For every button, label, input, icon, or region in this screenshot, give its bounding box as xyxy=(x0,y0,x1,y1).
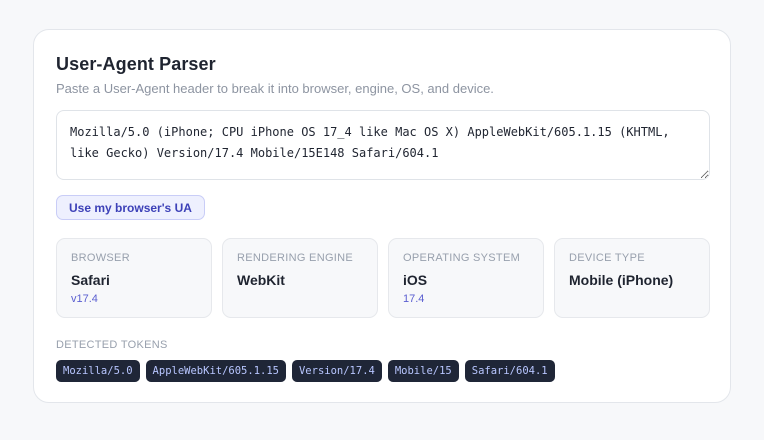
os-label: OPERATING SYSTEM xyxy=(403,252,521,264)
result-card-browser: BROWSER Safari v17.4 xyxy=(56,238,212,318)
ua-parser-card: User-Agent Parser Paste a User-Agent hea… xyxy=(33,29,731,403)
use-browser-ua-button[interactable]: Use my browser's UA xyxy=(56,195,205,220)
browser-version: v17.4 xyxy=(71,293,98,305)
token-chip: Mozilla/5.0 xyxy=(56,360,140,382)
browser-label: BROWSER xyxy=(71,252,130,264)
token-chip: Safari/604.1 xyxy=(464,360,555,382)
token-list: Mozilla/5.0 AppleWebKit/605.1.15 Version… xyxy=(56,360,555,382)
device-label: DEVICE TYPE xyxy=(569,252,645,264)
token-chip: Version/17.4 xyxy=(291,360,382,382)
os-value: iOS xyxy=(403,272,428,288)
result-card-os: OPERATING SYSTEM iOS 17.4 xyxy=(388,238,544,318)
browser-value: Safari xyxy=(71,272,110,288)
result-card-engine: RENDERING ENGINE WebKit xyxy=(222,238,378,318)
token-chip: AppleWebKit/605.1.15 xyxy=(145,360,286,382)
detected-tokens-label: DETECTED TOKENS xyxy=(56,339,168,351)
result-card-device: DEVICE TYPE Mobile (iPhone) xyxy=(554,238,710,318)
page-subtitle: Paste a User-Agent header to break it in… xyxy=(56,81,494,96)
device-value: Mobile (iPhone) xyxy=(569,272,674,288)
os-version: 17.4 xyxy=(403,293,425,305)
page-title: User-Agent Parser xyxy=(56,54,216,74)
user-agent-input[interactable] xyxy=(56,110,710,180)
engine-value: WebKit xyxy=(237,272,285,288)
engine-label: RENDERING ENGINE xyxy=(237,252,354,264)
token-chip: Mobile/15 xyxy=(387,360,459,382)
